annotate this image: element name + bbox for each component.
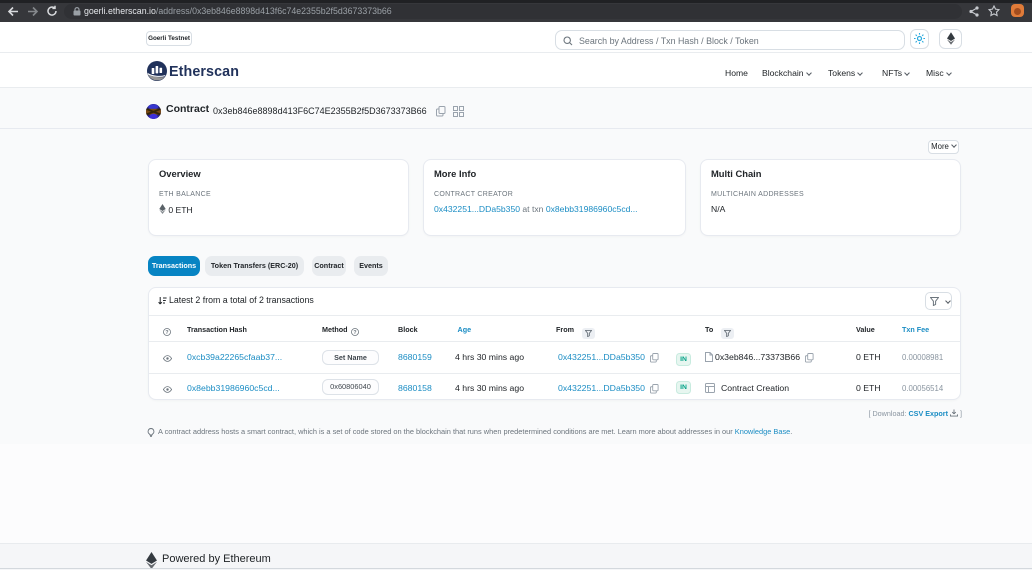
svg-text:?: ? — [353, 329, 356, 335]
svg-text:?: ? — [165, 329, 168, 335]
